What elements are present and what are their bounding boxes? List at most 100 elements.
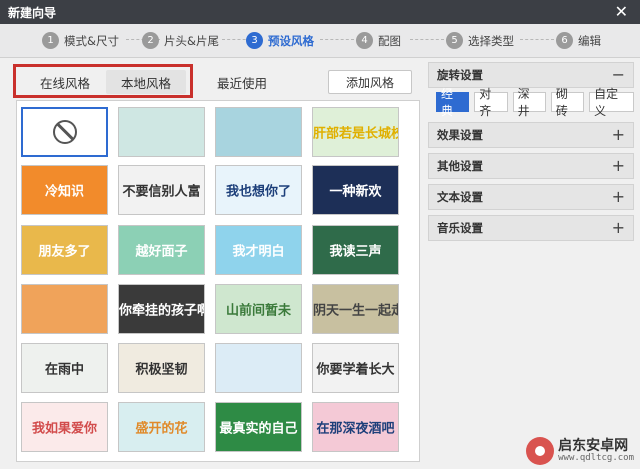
add-style-button[interactable]: 添加风格 bbox=[328, 70, 412, 94]
thumb-caption: 积极坚韧 bbox=[135, 362, 188, 378]
style-thumb[interactable]: 肝部若是长城校 bbox=[312, 107, 399, 157]
expand-icon[interactable]: + bbox=[612, 125, 625, 144]
section-title: 效果设置 bbox=[437, 128, 483, 142]
style-thumb[interactable]: 在那深夜酒吧 bbox=[312, 402, 399, 452]
expand-icon[interactable]: + bbox=[612, 218, 625, 237]
step-number: 6 bbox=[556, 32, 573, 49]
style-tabs: 在线风格 本地风格 最近使用 添加风格 bbox=[8, 62, 420, 100]
style-thumb-none[interactable] bbox=[21, 107, 108, 157]
step-images[interactable]: 4 配图 bbox=[356, 32, 401, 49]
wizard-steps: 1 模式&尺寸 2 片头&片尾 3 预设风格 4 配图 5 选择类型 6 编辑 bbox=[0, 24, 640, 58]
style-thumb[interactable]: 我读三声 bbox=[312, 225, 399, 275]
thumb-caption: 不要信别人富 bbox=[122, 184, 201, 200]
style-thumb[interactable]: 你牵挂的孩子啊 bbox=[118, 284, 205, 334]
step-label: 片头&片尾 bbox=[164, 33, 219, 48]
rotation-option-brick[interactable]: 砌砖 bbox=[550, 87, 585, 118]
music-settings-header[interactable]: 音乐设置 + bbox=[428, 215, 634, 241]
step-separator bbox=[410, 39, 444, 40]
step-label: 编辑 bbox=[578, 33, 601, 48]
thumb-caption: 你牵挂的孩子啊 bbox=[119, 303, 205, 319]
step-intro-outro[interactable]: 2 片头&片尾 bbox=[142, 32, 219, 49]
thumb-caption: 你要学着长大 bbox=[316, 362, 395, 378]
thumb-caption: 在雨中 bbox=[44, 362, 84, 378]
title-bar: 新建向导 ✕ bbox=[0, 0, 640, 24]
section-title: 文本设置 bbox=[437, 190, 483, 204]
rotation-option-custom[interactable]: 自定义 bbox=[589, 87, 635, 118]
thumb-caption: 盛开的花 bbox=[135, 421, 188, 437]
style-thumb[interactable]: 一种新欢 bbox=[312, 165, 399, 215]
style-thumb[interactable] bbox=[215, 343, 302, 393]
step-label: 模式&尺寸 bbox=[64, 33, 119, 48]
rotation-option-classic[interactable]: 经典 bbox=[436, 87, 470, 118]
section-title: 旋转设置 bbox=[437, 68, 483, 82]
rotation-option-align[interactable]: 对齐 bbox=[474, 87, 508, 118]
no-style-icon bbox=[52, 120, 77, 144]
thumb-caption: 最真实的自己 bbox=[219, 421, 298, 437]
style-thumb[interactable] bbox=[21, 284, 108, 334]
style-gallery: 肝部若是长城校冷知识 不要信别人富 我也想你了 一种新欢朋友多了 越好面子 我才明白 我读三… bbox=[16, 100, 420, 462]
style-thumb[interactable]: 最真实的自己 bbox=[215, 402, 302, 452]
style-thumb[interactable]: 我也想你了 bbox=[215, 165, 302, 215]
style-thumb[interactable]: 你要学着长大 bbox=[312, 343, 399, 393]
style-thumb[interactable]: 山前间暂未 bbox=[215, 284, 302, 334]
other-settings-header[interactable]: 其他设置 + bbox=[428, 153, 634, 179]
effect-settings-header[interactable]: 效果设置 + bbox=[428, 122, 634, 148]
watermark-url: www.qdltcg.com bbox=[558, 452, 634, 463]
thumb-caption: 我读三声 bbox=[329, 244, 382, 260]
settings-panel: 旋转设置 − 经典 对齐 深井 砌砖 自定义 效果设置 + 其他设置 + 文本设… bbox=[428, 62, 635, 462]
style-panel: 在线风格 本地风格 最近使用 添加风格 肝部若是长城校冷知识 不要信别人富 我也想你… bbox=[8, 62, 420, 462]
close-icon[interactable]: ✕ bbox=[615, 2, 628, 21]
thumb-caption: 阴天一生一起走 bbox=[313, 303, 399, 319]
thumb-caption: 我如果爱你 bbox=[31, 421, 97, 437]
step-preset-style[interactable]: 3 预设风格 bbox=[246, 32, 314, 49]
tab-recent[interactable]: 最近使用 bbox=[204, 70, 280, 94]
style-thumb[interactable]: 越好面子 bbox=[118, 225, 205, 275]
thumb-caption: 朋友多了 bbox=[38, 244, 91, 260]
watermark: 启东安卓网 www.qdltcg.com bbox=[526, 437, 634, 465]
thumb-caption: 我也想你了 bbox=[225, 184, 291, 200]
style-thumb[interactable]: 积极坚韧 bbox=[118, 343, 205, 393]
expand-icon[interactable]: + bbox=[612, 187, 625, 206]
thumb-caption: 在那深夜酒吧 bbox=[316, 421, 395, 437]
style-thumb[interactable] bbox=[118, 107, 205, 157]
style-thumb[interactable] bbox=[215, 107, 302, 157]
watermark-name: 启东安卓网 bbox=[558, 437, 629, 454]
highlight-annotation bbox=[13, 64, 193, 98]
thumb-caption: 肝部若是长城校 bbox=[313, 126, 399, 142]
style-thumb[interactable]: 朋友多了 bbox=[21, 225, 108, 275]
step-number: 2 bbox=[142, 32, 159, 49]
thumb-caption: 我才明白 bbox=[232, 244, 285, 260]
style-thumb[interactable]: 我如果爱你 bbox=[21, 402, 108, 452]
step-number: 5 bbox=[446, 32, 463, 49]
step-edit[interactable]: 6 编辑 bbox=[556, 32, 601, 49]
style-thumb[interactable]: 在雨中 bbox=[21, 343, 108, 393]
step-label: 选择类型 bbox=[468, 33, 514, 48]
section-title: 其他设置 bbox=[437, 159, 483, 173]
rotation-options: 经典 对齐 深井 砌砖 自定义 bbox=[436, 87, 635, 118]
step-label: 预设风格 bbox=[268, 33, 314, 48]
thumb-caption: 越好面子 bbox=[135, 244, 188, 260]
step-number: 3 bbox=[246, 32, 263, 49]
section-title: 音乐设置 bbox=[437, 221, 483, 235]
style-thumb[interactable]: 不要信别人富 bbox=[118, 165, 205, 215]
step-separator bbox=[320, 39, 354, 40]
rotation-option-deep-well[interactable]: 深井 bbox=[512, 87, 546, 118]
watermark-logo-icon bbox=[526, 437, 555, 465]
step-label: 配图 bbox=[378, 33, 401, 48]
expand-icon[interactable]: + bbox=[612, 156, 625, 175]
step-select-type[interactable]: 5 选择类型 bbox=[446, 32, 514, 49]
thumb-caption: 山前间暂未 bbox=[225, 303, 291, 319]
step-number: 1 bbox=[42, 32, 59, 49]
style-thumb[interactable]: 阴天一生一起走 bbox=[312, 284, 399, 334]
step-number: 4 bbox=[356, 32, 373, 49]
step-separator bbox=[520, 39, 554, 40]
text-settings-header[interactable]: 文本设置 + bbox=[428, 184, 634, 210]
style-thumb[interactable]: 我才明白 bbox=[215, 225, 302, 275]
thumb-caption: 冷知识 bbox=[44, 184, 84, 200]
thumb-caption: 一种新欢 bbox=[329, 184, 382, 200]
style-thumb[interactable]: 冷知识 bbox=[21, 165, 108, 215]
style-thumb[interactable]: 盛开的花 bbox=[118, 402, 205, 452]
collapse-icon[interactable]: − bbox=[612, 65, 625, 84]
window-title: 新建向导 bbox=[8, 5, 57, 20]
step-mode-size[interactable]: 1 模式&尺寸 bbox=[42, 32, 119, 49]
